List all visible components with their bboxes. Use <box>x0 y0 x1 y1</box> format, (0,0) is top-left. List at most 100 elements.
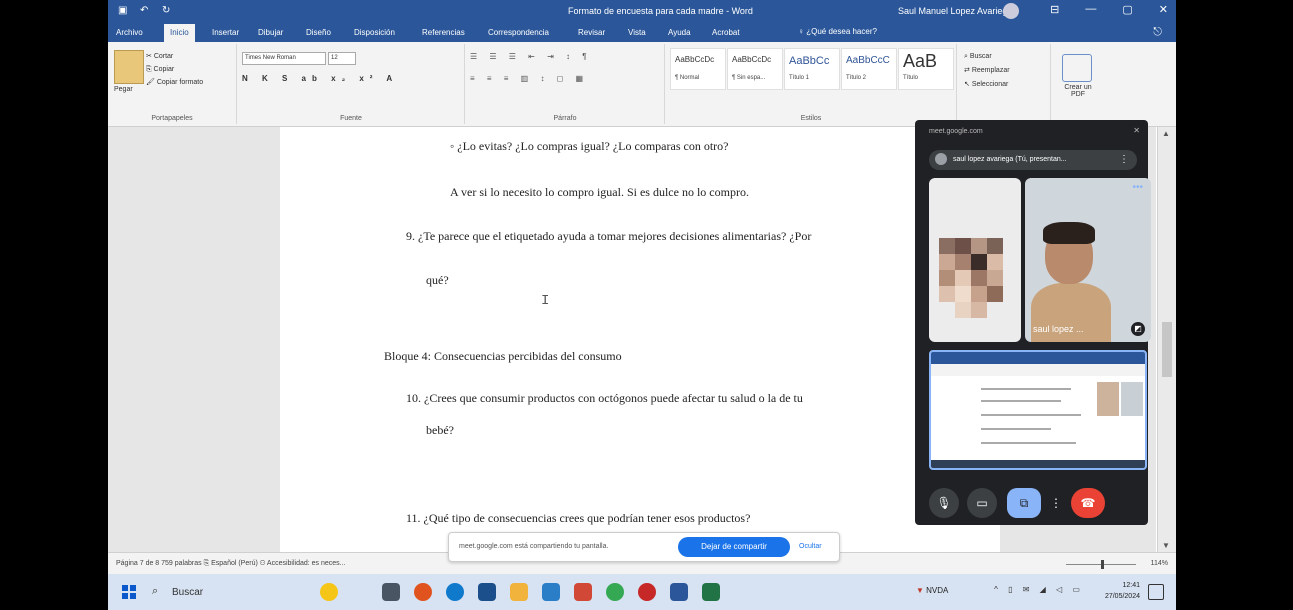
tab-correspondencia[interactable]: Correspondencia <box>488 28 549 37</box>
pdf-icon[interactable] <box>1062 54 1092 82</box>
more-vert-icon[interactable]: ⋮ <box>1049 488 1063 518</box>
search-icon: ⌕ <box>152 585 159 597</box>
word-icon[interactable] <box>670 583 688 601</box>
close-icon[interactable]: ✕ <box>1133 126 1140 135</box>
style-normal[interactable]: AaBbCcDc ¶ Normal <box>670 48 726 90</box>
google-icon[interactable] <box>606 583 624 601</box>
paste-label[interactable]: Pegar <box>114 86 133 93</box>
style-title[interactable]: AaB Título <box>898 48 954 90</box>
scroll-down-icon[interactable]: ▼ <box>1162 541 1170 550</box>
stock-widget[interactable]: ▼ NVDA <box>916 586 976 595</box>
help-search[interactable]: ♀ ¿Qué desea hacer? <box>798 27 877 36</box>
folder-icon[interactable] <box>510 583 528 601</box>
excel-icon[interactable] <box>702 583 720 601</box>
tray-icons[interactable]: ^ ▯ ✉ ◢ ◁ ▭ <box>994 585 1084 594</box>
app-icon[interactable] <box>638 583 656 601</box>
zoom-level[interactable]: 114% <box>1151 560 1168 567</box>
tab-insertar[interactable]: Insertar <box>212 28 239 37</box>
preview-text-line <box>981 400 1061 402</box>
font-size-select[interactable]: 12 <box>328 52 356 65</box>
camera-icon[interactable]: ▭ <box>967 488 997 518</box>
tab-vista[interactable]: Vista <box>628 28 646 37</box>
clipboard-group: Pegar ✂ Cortar ⎘ Copiar 🖌 Copiar formato… <box>108 44 237 124</box>
copy-button[interactable]: ⎘ Copiar <box>146 63 203 76</box>
paragraph-buttons-row1[interactable]: ☰ ☰ ☰ ⇤ ⇥ ↕ ¶ <box>470 52 592 61</box>
store-icon[interactable] <box>478 583 496 601</box>
taskbar-search[interactable]: ⌕ Buscar <box>148 582 288 602</box>
task-view-icon[interactable] <box>382 583 400 601</box>
vertical-scrollbar[interactable]: ▲ ▼ <box>1157 127 1176 552</box>
font-name-select[interactable]: Times New Roman <box>242 52 326 65</box>
doc-question-9: 9. ¿Te parece que el etiquetado ayuda a … <box>406 229 812 243</box>
preview-video <box>1097 382 1119 416</box>
ribbon-tabs: Archivo Inicio Insertar Dibujar Diseño D… <box>108 22 1176 42</box>
style-heading-2[interactable]: AaBbCcC Título 2 <box>841 48 897 90</box>
undo-icon[interactable]: ↶ <box>140 5 152 17</box>
close-button[interactable]: ✕ <box>1159 3 1168 16</box>
font-format-buttons[interactable]: N K S ab x₂ x² A <box>242 74 398 83</box>
stop-sharing-button[interactable]: Dejar de compartir <box>678 537 790 557</box>
find-label: Buscar <box>969 53 992 60</box>
create-pdf-label[interactable]: Crear un PDF <box>1058 84 1098 98</box>
ribbon-display-button[interactable]: ⊟ <box>1050 3 1059 16</box>
tab-ayuda[interactable]: Ayuda <box>668 28 691 37</box>
minimize-button[interactable]: — <box>1085 3 1096 16</box>
more-options-icon[interactable]: ••• <box>1132 182 1143 193</box>
scroll-up-icon[interactable]: ▲ <box>1162 129 1170 138</box>
notification-icon[interactable] <box>1148 584 1164 600</box>
hang-up-icon[interactable]: ☎ <box>1071 488 1105 518</box>
presenter-chip[interactable]: saul lopez avariega (Tú, presentan... ⋮ <box>929 150 1137 170</box>
more-vert-icon[interactable]: ⋮ <box>1119 150 1129 170</box>
participant-name: saul lopez ... <box>1033 324 1084 334</box>
edge-icon[interactable] <box>446 583 464 601</box>
paste-icon[interactable] <box>114 50 144 84</box>
maximize-button[interactable]: ▢ <box>1122 3 1132 16</box>
document-page[interactable]: ◦ ¿Lo evitas? ¿Lo compras igual? ¿Lo com… <box>280 127 1000 552</box>
tab-diseno[interactable]: Diseño <box>306 28 331 37</box>
tab-revisar[interactable]: Revisar <box>578 28 605 37</box>
cut-label: Cortar <box>153 53 174 60</box>
style-no-spacing[interactable]: AaBbCcDc ¶ Sin espa... <box>727 48 783 90</box>
tab-dibujar[interactable]: Dibujar <box>258 28 283 37</box>
user-name[interactable]: Saul Manuel Lopez Avariega <box>898 6 1012 16</box>
cut-button[interactable]: ✂ Cortar <box>146 50 203 63</box>
app-icon[interactable] <box>542 583 560 601</box>
find-button[interactable]: ⌕ Buscar <box>964 50 1010 64</box>
app-icon[interactable] <box>574 583 592 601</box>
pixel-block <box>971 286 987 302</box>
scrollbar-thumb[interactable] <box>1162 322 1172 377</box>
status-left[interactable]: Página 7 de 8 759 palabras ⎘ Español (Pe… <box>116 560 346 568</box>
style-heading-1[interactable]: AaBbCc Título 1 <box>784 48 840 90</box>
clock[interactable]: 12:41 27/05/2024 <box>1105 580 1140 602</box>
editing-items: ⌕ Buscar ⇄ Reemplazar ↖ Seleccionar <box>964 50 1010 92</box>
windows-start-icon[interactable] <box>122 585 136 599</box>
paragraph-buttons-row2[interactable]: ≡ ≡ ≡ ▥ ↕ ◻ ▦ <box>470 74 588 83</box>
zoom-slider-handle[interactable] <box>1101 560 1104 569</box>
select-button[interactable]: ↖ Seleccionar <box>964 78 1010 92</box>
style-name: ¶ Normal <box>675 75 700 81</box>
tab-disposicion[interactable]: Disposición <box>354 28 395 37</box>
tab-inicio[interactable]: Inicio <box>164 24 195 42</box>
pin-icon[interactable]: ◩ <box>1131 322 1145 336</box>
avatar[interactable] <box>1003 3 1019 19</box>
text-cursor-icon: I <box>541 293 550 309</box>
doc-block-heading: Bloque 4: Consecuencias percibidas del c… <box>384 349 622 363</box>
hide-button[interactable]: Ocultar <box>799 543 822 550</box>
redo-icon[interactable]: ↻ <box>162 5 174 17</box>
copilot-icon[interactable] <box>320 583 338 601</box>
microphone-icon[interactable]: 🎙 <box>929 488 959 518</box>
tab-acrobat[interactable]: Acrobat <box>712 28 740 37</box>
preview-text-line <box>981 414 1081 416</box>
tab-archivo[interactable]: Archivo <box>116 28 143 37</box>
paragraph-group-label: Párrafo <box>553 115 577 122</box>
styles-group: AaBbCcDc ¶ Normal AaBbCcDc ¶ Sin espa... A… <box>666 44 957 124</box>
lightbulb-icon: ♀ <box>798 27 807 36</box>
chrome-icon[interactable] <box>414 583 432 601</box>
share-icon[interactable]: ⎋ <box>1153 26 1162 39</box>
save-icon[interactable]: ▣ <box>118 5 130 17</box>
tab-referencias[interactable]: Referencias <box>422 28 465 37</box>
format-painter-button[interactable]: 🖌 Copiar formato <box>146 76 203 89</box>
present-screen-icon[interactable]: ⧉ <box>1007 488 1041 518</box>
replace-button[interactable]: ⇄ Reemplazar <box>964 64 1010 78</box>
participant-tile-self: ••• saul lopez ... ◩ <box>1025 178 1151 342</box>
